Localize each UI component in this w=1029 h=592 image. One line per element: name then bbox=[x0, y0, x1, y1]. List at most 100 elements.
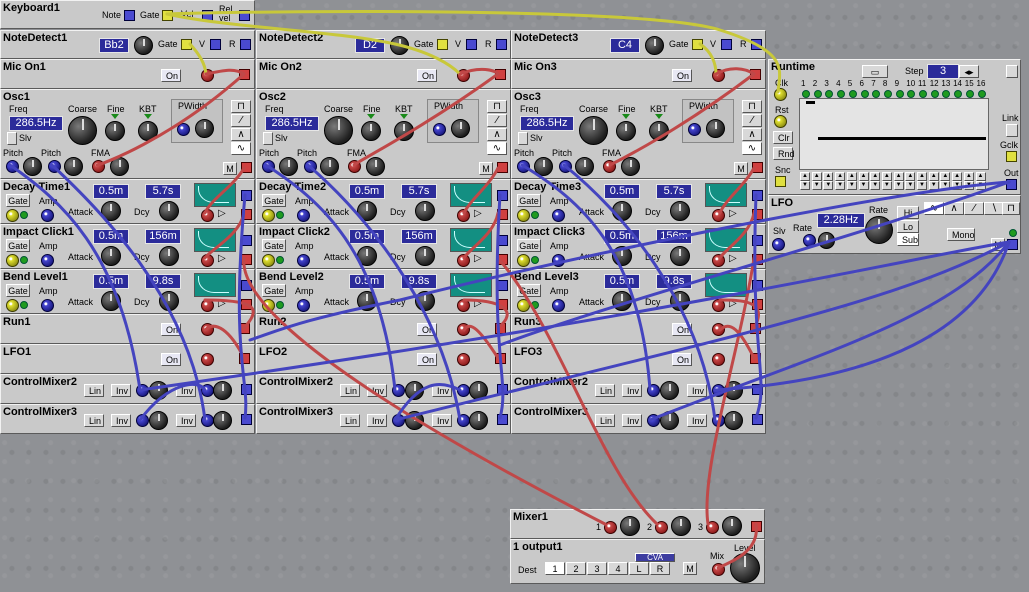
gate-button[interactable]: Gate bbox=[262, 194, 286, 207]
lfo-output-port[interactable] bbox=[239, 353, 250, 364]
step-up-button[interactable]: ▲ bbox=[928, 172, 939, 181]
attack-knob[interactable] bbox=[101, 201, 121, 221]
env-output-port[interactable] bbox=[497, 190, 508, 201]
audio-output-port[interactable] bbox=[241, 299, 252, 310]
fine-knob[interactable] bbox=[105, 121, 125, 141]
decay-knob[interactable] bbox=[159, 201, 179, 221]
slave-button[interactable] bbox=[7, 132, 17, 145]
env-output-port[interactable] bbox=[752, 280, 763, 291]
inv1-button[interactable]: Inv bbox=[622, 384, 642, 397]
step-down-button[interactable]: ▼ bbox=[940, 181, 951, 190]
gate-button[interactable]: Gate bbox=[262, 239, 286, 252]
decay-display[interactable]: 9.8s bbox=[145, 274, 181, 289]
mono-button[interactable]: Mono bbox=[947, 228, 975, 241]
gate-button[interactable]: Gate bbox=[6, 284, 30, 297]
gate-input-port[interactable] bbox=[517, 254, 530, 267]
audio-input-port[interactable] bbox=[201, 299, 214, 312]
velocity-output-port[interactable] bbox=[210, 39, 221, 50]
audio-output-port[interactable] bbox=[241, 209, 252, 220]
cm-output-port[interactable] bbox=[497, 414, 508, 425]
fma-input-port[interactable] bbox=[603, 160, 616, 173]
note-knob[interactable] bbox=[390, 36, 409, 55]
level1-knob[interactable] bbox=[149, 411, 168, 430]
step-down-button[interactable]: ▼ bbox=[870, 181, 881, 190]
decay-display[interactable]: 5.7s bbox=[401, 184, 437, 199]
gate-output-port[interactable] bbox=[181, 39, 192, 50]
freq-display[interactable]: 286.5Hz bbox=[265, 116, 319, 131]
decay-knob[interactable] bbox=[415, 246, 435, 266]
pitch1-knob[interactable] bbox=[534, 157, 553, 176]
step-down-button[interactable]: ▼ bbox=[928, 181, 939, 190]
hi-button[interactable]: Hi bbox=[897, 206, 919, 219]
attack-display[interactable]: 0.5m bbox=[349, 229, 385, 244]
decay-display[interactable]: 5.7s bbox=[656, 184, 692, 199]
attack-knob[interactable] bbox=[101, 291, 121, 311]
pwidth-mod-input-port[interactable] bbox=[177, 123, 190, 136]
cm-output-port[interactable] bbox=[241, 384, 252, 395]
mic-output-port[interactable] bbox=[750, 69, 761, 80]
note-display[interactable]: C4 bbox=[610, 38, 640, 53]
decay-knob[interactable] bbox=[415, 291, 435, 311]
pitch2-input-port[interactable] bbox=[48, 160, 61, 173]
step-up-button[interactable]: ▲ bbox=[963, 172, 974, 181]
on-button[interactable]: On bbox=[672, 323, 692, 336]
mute-button[interactable]: M bbox=[479, 162, 493, 175]
mute-button[interactable]: M bbox=[223, 162, 237, 175]
attack-knob[interactable] bbox=[612, 201, 632, 221]
lfo-output-port[interactable] bbox=[750, 353, 761, 364]
vel-output-port[interactable] bbox=[202, 10, 213, 21]
attack-knob[interactable] bbox=[357, 201, 377, 221]
decay-knob[interactable] bbox=[670, 246, 690, 266]
inv1-button[interactable]: Inv bbox=[622, 414, 642, 427]
audio-output-port[interactable] bbox=[241, 254, 252, 265]
pwidth-knob[interactable] bbox=[195, 119, 214, 138]
level1-knob[interactable] bbox=[660, 411, 679, 430]
audio-input-port[interactable] bbox=[201, 209, 214, 222]
step-down-button[interactable]: ▼ bbox=[800, 181, 810, 190]
pitch2-input-port[interactable] bbox=[304, 160, 317, 173]
pwidth-mod-input-port[interactable] bbox=[433, 123, 446, 136]
pitch2-knob[interactable] bbox=[575, 157, 594, 176]
triangle-wave-button[interactable]: ∧ bbox=[742, 128, 762, 141]
attack-knob[interactable] bbox=[357, 246, 377, 266]
run-output-port[interactable] bbox=[750, 323, 761, 334]
gate-input-port[interactable] bbox=[262, 299, 275, 312]
gate-output-port[interactable] bbox=[692, 39, 703, 50]
gate-button[interactable]: Gate bbox=[517, 239, 541, 252]
on-button[interactable]: On bbox=[417, 323, 437, 336]
level1-knob[interactable] bbox=[149, 381, 168, 400]
mic-output-port[interactable] bbox=[239, 69, 250, 80]
snc-output-port[interactable] bbox=[775, 176, 786, 187]
audio-output-port[interactable] bbox=[497, 209, 508, 220]
attack-display[interactable]: 0.5m bbox=[604, 274, 640, 289]
step-down-button[interactable]: ▼ bbox=[823, 181, 834, 190]
lfo-input-port[interactable] bbox=[712, 353, 725, 366]
gate-input-port[interactable] bbox=[6, 209, 19, 222]
audio-input-port[interactable] bbox=[457, 254, 470, 267]
step-down-button[interactable]: ▼ bbox=[917, 181, 927, 190]
inv1-button[interactable]: Inv bbox=[111, 414, 131, 427]
mute-button[interactable]: M bbox=[991, 238, 1005, 251]
decay-knob[interactable] bbox=[670, 201, 690, 221]
fine-knob[interactable] bbox=[361, 121, 381, 141]
amp-input-port[interactable] bbox=[297, 299, 310, 312]
gate-button[interactable]: Gate bbox=[517, 284, 541, 297]
gate-input-port[interactable] bbox=[6, 254, 19, 267]
step-up-button[interactable]: ▲ bbox=[881, 172, 892, 181]
lfo-saw-button[interactable]: ⁄ bbox=[964, 202, 984, 215]
pwidth-knob[interactable] bbox=[451, 119, 470, 138]
on-button[interactable]: On bbox=[417, 353, 437, 366]
inv1-button[interactable]: Inv bbox=[367, 384, 387, 397]
dest-button-r[interactable]: R bbox=[650, 562, 670, 575]
gate-input-port[interactable] bbox=[517, 299, 530, 312]
rst-input-port[interactable] bbox=[774, 115, 787, 128]
gate-input-port[interactable] bbox=[262, 254, 275, 267]
mute-button[interactable]: M bbox=[683, 562, 697, 575]
note-output-port[interactable] bbox=[124, 10, 135, 21]
level1-knob[interactable] bbox=[405, 411, 424, 430]
gate-button[interactable]: Gate bbox=[262, 284, 286, 297]
note-display[interactable]: Bb2 bbox=[99, 38, 129, 53]
pitch2-knob[interactable] bbox=[64, 157, 83, 176]
mixer-level3-knob[interactable] bbox=[722, 516, 742, 536]
gate-input-port[interactable] bbox=[517, 209, 530, 222]
